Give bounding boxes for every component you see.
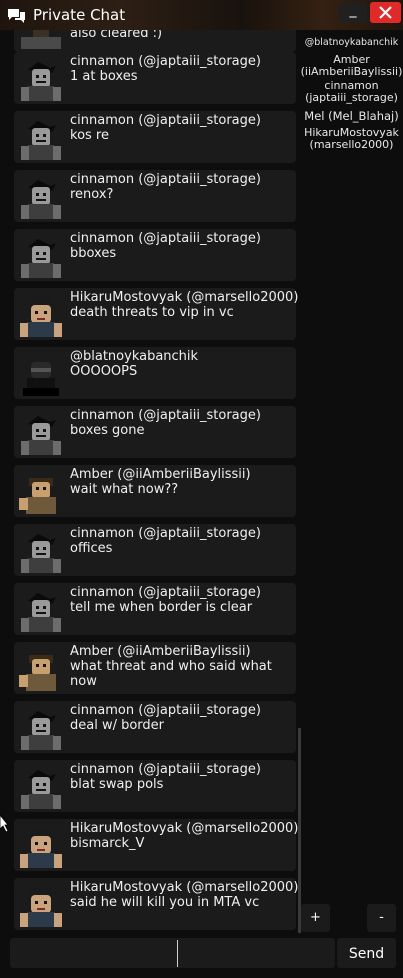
- message-item: Amber (@iiAmberiiBaylissii) wait what no…: [14, 465, 296, 517]
- message-item: cinnamon (@japtaiii_storage) deal w/ bor…: [14, 701, 296, 753]
- message-author: cinnamon (@japtaiii_storage): [70, 54, 261, 69]
- member-username: (marsello2000): [309, 138, 394, 151]
- member-list: @blatnoykabanchik Amber (iiAmberiiBaylis…: [300, 30, 403, 156]
- message-author: cinnamon (@japtaiii_storage): [70, 408, 261, 423]
- message-item: cinnamon (@japtaiii_storage) blat swap p…: [14, 760, 296, 812]
- member-name: @blatnoykabanchik: [304, 37, 399, 48]
- message-input[interactable]: [10, 938, 335, 968]
- avatar: [17, 409, 63, 455]
- message-text: OOOOOPS: [70, 364, 138, 379]
- message-item: cinnamon (@japtaiii_storage) renox?: [14, 170, 296, 222]
- message-author: cinnamon (@japtaiii_storage): [70, 762, 261, 777]
- message-text: also cleared :): [70, 30, 163, 41]
- message-text: tell me when border is clear: [70, 600, 253, 615]
- member-item[interactable]: HikaruMostovyak (marsello2000): [300, 127, 403, 151]
- message-text: blat swap pols: [70, 777, 164, 792]
- message-author: cinnamon (@japtaiii_storage): [70, 172, 261, 187]
- message-list[interactable]: also cleared :) cinnamon (@japtaiii_stor…: [0, 30, 300, 935]
- message-text: bboxes: [70, 246, 117, 261]
- message-item: cinnamon (@japtaiii_storage) kos re: [14, 111, 296, 163]
- message-item: HikaruMostovyak (@marsello2000) said he …: [14, 878, 299, 930]
- minimize-button[interactable]: _: [339, 3, 367, 22]
- close-button[interactable]: [370, 2, 401, 23]
- avatar: [17, 645, 63, 691]
- avatar: [17, 232, 63, 278]
- message-text: 1 at boxes: [70, 69, 138, 84]
- message-text: boxes gone: [70, 423, 145, 438]
- title-bar: Private Chat _: [0, 0, 403, 30]
- message-text: kos re: [70, 128, 109, 143]
- avatar: [17, 881, 63, 927]
- message-text: said he will kill you in MTA vc: [70, 895, 260, 910]
- message-partial: also cleared :): [14, 30, 296, 52]
- mouse-cursor-icon: [0, 815, 8, 833]
- message-text: death threats to vip in vc: [70, 305, 234, 320]
- message-item: @blatnoykabanchik OOOOOPS: [14, 347, 296, 399]
- message-item: Amber (@iiAmberiiBaylissii) what threat …: [14, 642, 296, 694]
- member-item[interactable]: Amber (iiAmberiiBaylissii): [300, 54, 403, 78]
- message-item: HikaruMostovyak (@marsello2000) death th…: [14, 288, 299, 340]
- avatar: [17, 173, 63, 219]
- send-button[interactable]: Send: [337, 938, 396, 968]
- message-text: wait what now??: [70, 482, 179, 497]
- avatar: [17, 30, 63, 49]
- add-button[interactable]: +: [301, 904, 330, 932]
- message-author: Amber (@iiAmberiiBaylissii): [70, 644, 251, 659]
- close-icon: [379, 6, 392, 19]
- avatar: [17, 527, 63, 573]
- avatar: [17, 704, 63, 750]
- message-author: HikaruMostovyak (@marsello2000): [70, 821, 299, 836]
- message-author: cinnamon (@japtaiii_storage): [70, 703, 261, 718]
- message-text: what threat and who said what now: [70, 659, 272, 689]
- remove-button[interactable]: -: [367, 904, 396, 932]
- avatar: [17, 822, 63, 868]
- message-item: cinnamon (@japtaiii_storage) tell me whe…: [14, 583, 296, 635]
- message-author: cinnamon (@japtaiii_storage): [70, 231, 261, 246]
- chat-bubbles-icon: [8, 9, 25, 23]
- message-item: cinnamon (@japtaiii_storage) boxes gone: [14, 406, 296, 458]
- message-author: HikaruMostovyak (@marsello2000): [70, 880, 299, 895]
- avatar: [17, 350, 63, 396]
- message-text: offices: [70, 541, 113, 556]
- avatar: [17, 763, 63, 809]
- avatar: [17, 468, 63, 514]
- message-item: HikaruMostovyak (@marsello2000) bismarck…: [14, 819, 299, 871]
- message-text: deal w/ border: [70, 718, 165, 733]
- member-name: Mel (Mel_Blahaj): [304, 109, 399, 123]
- message-author: HikaruMostovyak (@marsello2000): [70, 290, 299, 305]
- member-item[interactable]: @blatnoykabanchik: [300, 37, 403, 49]
- message-author: Amber (@iiAmberiiBaylissii): [70, 467, 251, 482]
- avatar: [17, 291, 63, 337]
- member-item[interactable]: Mel (Mel_Blahaj): [300, 110, 403, 122]
- message-author: cinnamon (@japtaiii_storage): [70, 113, 261, 128]
- window-title: Private Chat: [33, 6, 126, 24]
- message-item: cinnamon (@japtaiii_storage) bboxes: [14, 229, 296, 281]
- avatar: [17, 114, 63, 160]
- message-text: bismarck_V: [70, 836, 145, 851]
- text-caret: [177, 940, 178, 967]
- avatar: [17, 586, 63, 632]
- message-item: cinnamon (@japtaiii_storage) offices: [14, 524, 296, 576]
- message-text: renox?: [70, 187, 114, 202]
- message-author: cinnamon (@japtaiii_storage): [70, 585, 261, 600]
- message-scrollbar[interactable]: [298, 728, 301, 933]
- member-username: (iiAmberiiBaylissii): [300, 65, 403, 78]
- message-item: cinnamon (@japtaiii_storage) 1 at boxes: [14, 52, 296, 104]
- message-author: @blatnoykabanchik: [70, 349, 199, 364]
- avatar: [17, 55, 63, 101]
- member-username: (japtaiii_storage): [305, 91, 398, 104]
- member-item[interactable]: cinnamon (japtaiii_storage): [300, 80, 403, 104]
- message-author: cinnamon (@japtaiii_storage): [70, 526, 261, 541]
